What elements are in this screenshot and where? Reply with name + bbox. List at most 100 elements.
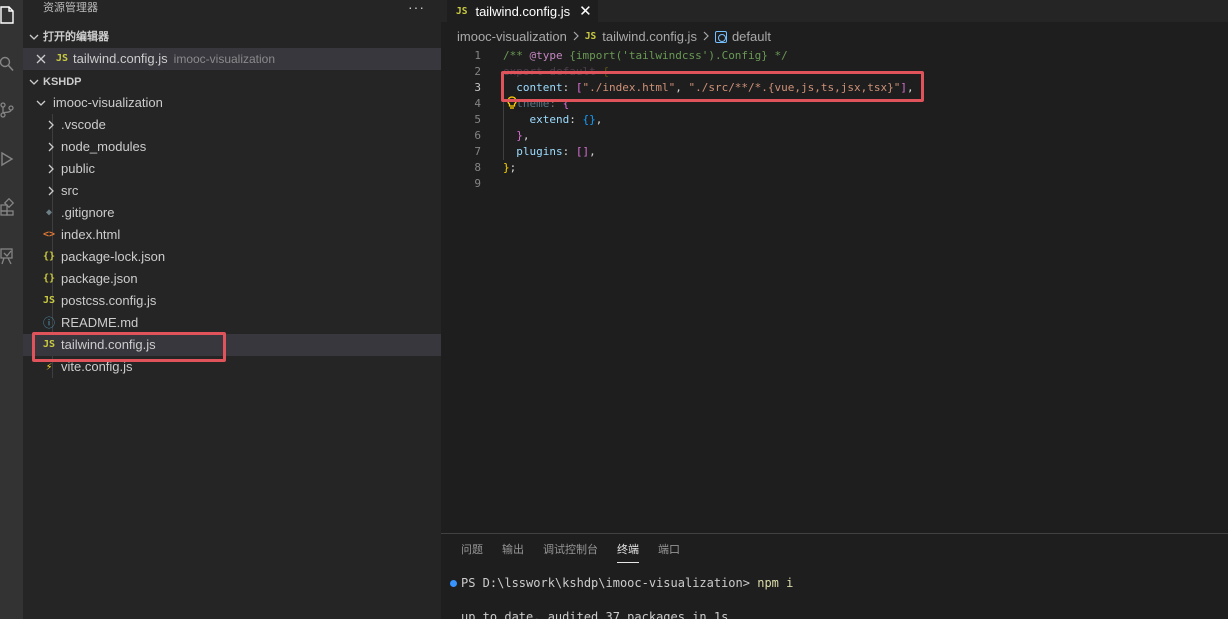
extensions-icon[interactable] (0, 195, 23, 219)
file-readme[interactable]: ⓘ README.md (23, 312, 441, 334)
tab-output[interactable]: 输出 (502, 542, 524, 560)
breadcrumb-symbol[interactable]: default (732, 28, 771, 46)
file-label: tailwind.config.js (61, 337, 156, 352)
code-line-6: }, (516, 129, 530, 142)
breadcrumb-file[interactable]: tailwind.config.js (602, 28, 697, 46)
file-label: package-lock.json (61, 249, 166, 264)
command-status-dot (450, 580, 457, 587)
activity-bar (0, 0, 23, 619)
tab-terminal[interactable]: 终端 (617, 542, 639, 563)
js-file-icon: JS (55, 53, 69, 64)
line-number: 5 (474, 113, 481, 126)
lightbulb-icon[interactable] (506, 96, 518, 110)
more-actions-icon[interactable]: ··· (408, 0, 425, 18)
close-icon[interactable]: ✕ (579, 4, 592, 19)
file-package-json[interactable]: {} package.json (23, 268, 441, 290)
code-line-8: }; (503, 161, 517, 174)
file-label: index.html (61, 227, 121, 242)
chevron-right-icon (45, 136, 57, 158)
folder-label: public (61, 161, 95, 176)
line-number: 7 (474, 145, 481, 158)
chevron-down-icon (27, 26, 41, 48)
workspace-label: KSHDP (43, 76, 82, 88)
indent-guide (503, 80, 504, 160)
file-label: .gitignore (61, 205, 115, 220)
remote-explorer-icon[interactable] (0, 244, 23, 268)
open-editor-description: imooc-visualization (173, 52, 276, 66)
folder-node-modules[interactable]: node_modules (23, 136, 441, 158)
chevron-right-icon (45, 114, 57, 136)
json-icon: {} (42, 251, 56, 262)
occluded-text-overlay (503, 64, 613, 80)
html-icon: <> (42, 229, 56, 240)
folder-vscode[interactable]: .vscode (23, 114, 441, 136)
symbol-variable-icon (714, 31, 727, 43)
run-debug-icon[interactable] (0, 147, 23, 171)
line-number: 4 (474, 97, 481, 110)
folder-label: node_modules (61, 139, 147, 154)
folder-label: .vscode (61, 117, 106, 132)
file-vite-config[interactable]: ⚡ vite.config.js (23, 356, 441, 378)
code-line-3: content: ["./index.html", "./src/**/*.{v… (516, 81, 914, 94)
terminal-line[interactable]: PS D:\lsswork\kshdp\imooc-visualization>… (461, 576, 793, 590)
file-package-lock[interactable]: {} package-lock.json (23, 246, 441, 268)
editor-area: JS tailwind.config.js ✕ imooc-visualizat… (441, 0, 1228, 619)
vite-icon: ⚡ (45, 360, 53, 373)
file-label: package.json (61, 271, 138, 286)
code-line-7: plugins: [], (516, 145, 596, 158)
explorer-title: 资源管理器 (43, 2, 98, 14)
line-number-active: 3 (474, 81, 481, 94)
line-number: 2 (474, 65, 481, 78)
tab-tailwind-config[interactable]: JS tailwind.config.js ✕ (447, 0, 598, 22)
search-icon[interactable] (0, 52, 23, 76)
open-editors-label: 打开的编辑器 (43, 31, 109, 43)
js-file-icon: JS (42, 339, 56, 350)
tab-debug-console[interactable]: 调试控制台 (543, 542, 598, 560)
folder-label: imooc-visualization (53, 95, 163, 110)
chevron-right-icon (45, 180, 57, 202)
chevron-right-icon (572, 28, 580, 46)
folder-label: src (61, 183, 79, 198)
json-icon: {} (42, 273, 56, 284)
line-number: 6 (474, 129, 481, 142)
open-editors-header[interactable]: 打开的编辑器 (23, 26, 441, 48)
line-number: 9 (474, 177, 481, 190)
chevron-right-icon (702, 28, 710, 46)
file-postcss-config[interactable]: JS postcss.config.js (23, 290, 441, 312)
open-editor-item[interactable]: JS tailwind.config.js imooc-visualization (23, 48, 441, 70)
occluded-text-overlay (514, 96, 560, 112)
bottom-panel: 问题 输出 调试控制台 终端 端口 PS D:\lsswork\kshdp\im… (441, 533, 1228, 619)
file-tailwind-config[interactable]: JS tailwind.config.js (23, 334, 441, 356)
close-icon[interactable] (34, 48, 48, 70)
tab-bar: JS tailwind.config.js ✕ (441, 0, 1228, 22)
js-file-icon: JS (456, 5, 468, 17)
js-file-icon: JS (584, 31, 597, 42)
line-number: 1 (474, 49, 481, 62)
tab-problems[interactable]: 问题 (461, 542, 483, 560)
file-index-html[interactable]: <> index.html (23, 224, 441, 246)
source-control-icon[interactable] (0, 98, 23, 122)
breadcrumb-folder[interactable]: imooc-visualization (457, 28, 567, 46)
chevron-down-icon (35, 92, 47, 114)
code-line-5: extend: {}, (529, 113, 603, 126)
folder-root[interactable]: imooc-visualization (23, 92, 441, 114)
file-label: README.md (61, 315, 139, 330)
explorer-sidebar: 资源管理器 ··· 打开的编辑器 JS tailwind.config.js im… (23, 0, 441, 619)
folder-public[interactable]: public (23, 158, 441, 180)
file-label: postcss.config.js (61, 293, 157, 308)
open-editor-label: tailwind.config.js (73, 51, 168, 66)
line-number: 8 (474, 161, 481, 174)
js-file-icon: JS (42, 295, 56, 306)
info-icon: ⓘ (42, 316, 55, 330)
terminal-output: up to date, audited 37 packages in 1s (461, 610, 729, 619)
folder-src[interactable]: src (23, 180, 441, 202)
panel-tabs: 问题 输出 调试控制台 终端 端口 (461, 542, 699, 563)
chevron-right-icon (45, 158, 57, 180)
git-icon: ◆ (45, 207, 53, 218)
file-gitignore[interactable]: ◆ .gitignore (23, 202, 441, 224)
explorer-icon[interactable] (0, 3, 23, 27)
workspace-header[interactable]: KSHDP (23, 71, 441, 93)
tab-ports[interactable]: 端口 (658, 542, 680, 560)
chevron-down-icon (27, 71, 41, 93)
breadcrumb: imooc-visualization JS tailwind.config.j… (457, 28, 771, 46)
